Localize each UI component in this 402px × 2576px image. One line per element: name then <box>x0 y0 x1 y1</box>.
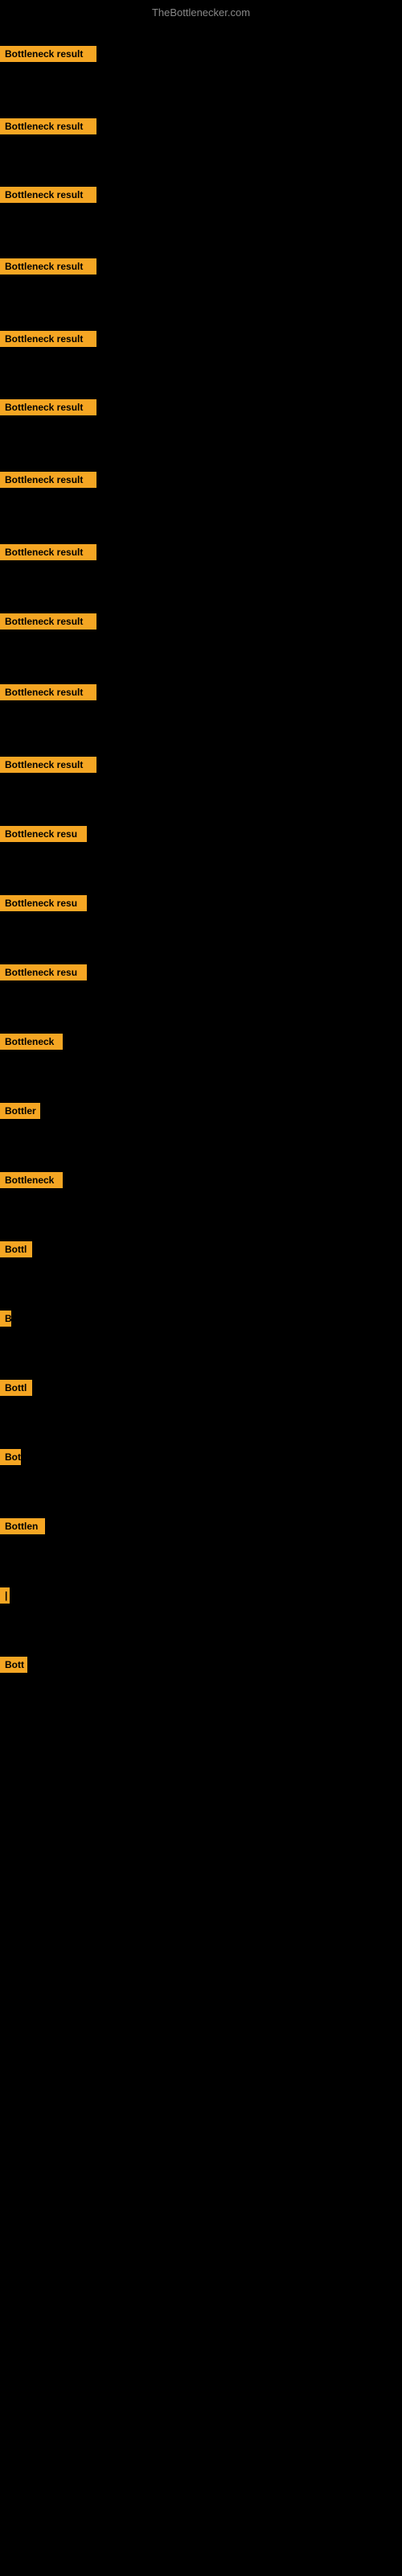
bottleneck-badge-2: Bottleneck result <box>0 118 96 134</box>
bottleneck-badge-8: Bottleneck result <box>0 544 96 560</box>
bottleneck-badge-15: Bottleneck <box>0 1034 63 1050</box>
bottleneck-badge-3: Bottleneck result <box>0 187 96 203</box>
bottleneck-badge-17: Bottleneck <box>0 1172 63 1188</box>
bottleneck-badge-9: Bottleneck result <box>0 613 96 630</box>
bottleneck-badge-14: Bottleneck resu <box>0 964 87 980</box>
bottleneck-badge-12: Bottleneck resu <box>0 826 87 842</box>
bottleneck-badge-10: Bottleneck result <box>0 684 96 700</box>
bottleneck-badge-7: Bottleneck result <box>0 472 96 488</box>
bottleneck-badge-4: Bottleneck result <box>0 258 96 275</box>
site-title: TheBottlenecker.com <box>0 6 402 19</box>
bottleneck-badge-21: Bot <box>0 1449 21 1465</box>
bottleneck-badge-23: | <box>0 1587 10 1604</box>
bottleneck-badge-1: Bottleneck result <box>0 46 96 62</box>
bottleneck-badge-22: Bottlen <box>0 1518 45 1534</box>
bottleneck-badge-11: Bottleneck result <box>0 757 96 773</box>
bottleneck-badge-20: Bottl <box>0 1380 32 1396</box>
bottleneck-badge-16: Bottler <box>0 1103 40 1119</box>
bottleneck-badge-18: Bottl <box>0 1241 32 1257</box>
bottleneck-badge-24: Bott <box>0 1657 27 1673</box>
bottleneck-badge-13: Bottleneck resu <box>0 895 87 911</box>
bottleneck-badge-19: B <box>0 1311 11 1327</box>
bottleneck-badge-5: Bottleneck result <box>0 331 96 347</box>
bottleneck-badge-6: Bottleneck result <box>0 399 96 415</box>
